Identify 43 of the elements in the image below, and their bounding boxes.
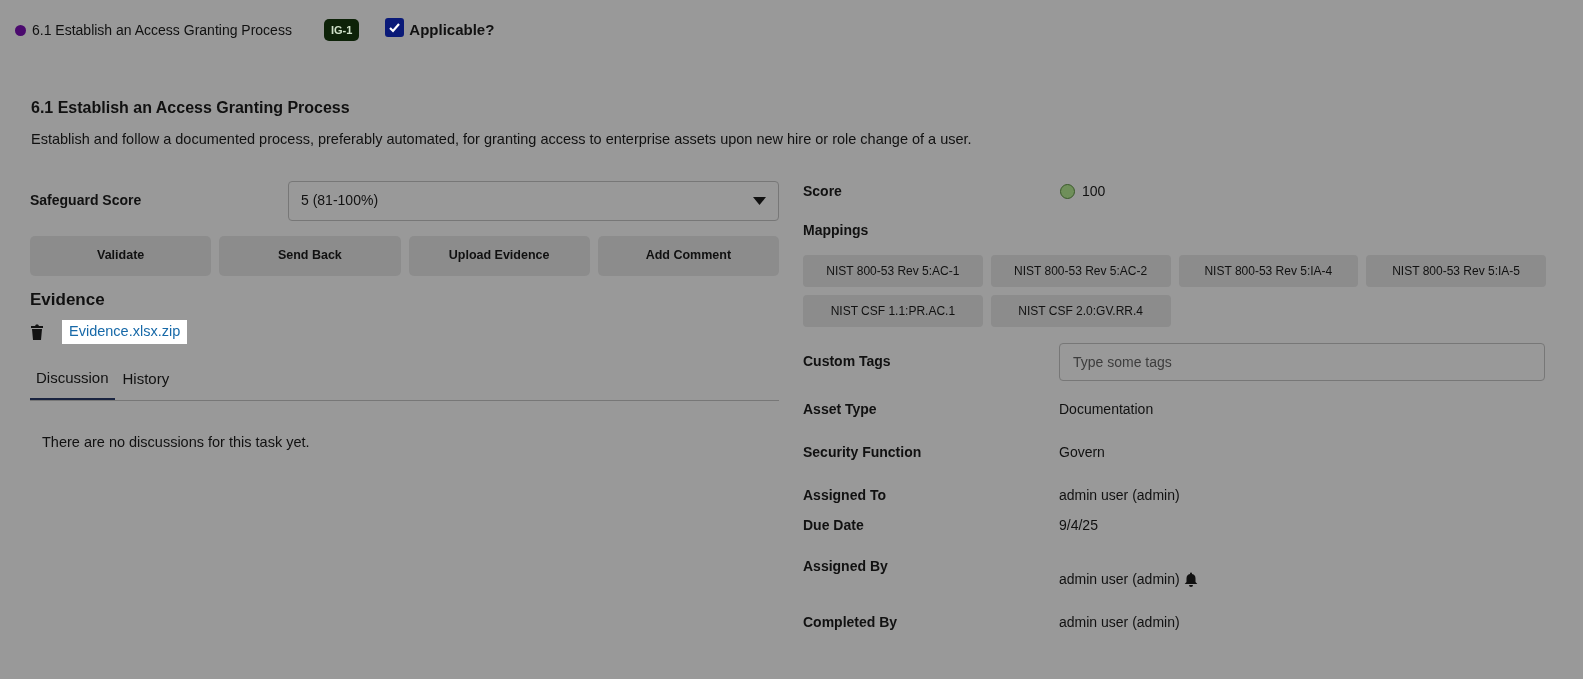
score-dropdown[interactable]: 5 (81-100%) [288,180,779,221]
field-value: Govern [1059,442,1105,462]
field-label: Security Function [803,442,923,462]
mapping-tag: NIST CSF 2.0:GV.RR.4 [990,294,1171,327]
empty-message: There are no discussions for this task yet. [42,433,311,452]
action-button[interactable]: Send Back [219,235,401,276]
mapping-tag: NIST 800-53 Rev 5:AC-2 [990,254,1171,287]
trash-icon[interactable] [30,324,44,341]
file-link[interactable]: Evidence.xlsx.zip [62,320,188,344]
caret-icon [753,196,766,205]
mapping-tag: NIST 800-53 Rev 5:IA-5 [1366,254,1546,287]
applicable-checkbox[interactable] [385,17,405,37]
action-button[interactable]: Validate [30,235,212,276]
safeguard-description: Establish and follow a documented process, preferably automated, for granting access to enterprise assets upon new hire or role change of a user. [31,130,973,149]
field-label: Asset Type [803,399,878,419]
mapping-tag: NIST CSF 1.1:PR.AC.1 [803,294,983,327]
field-value: admin user (admin) [1059,612,1180,632]
tab[interactable]: History [116,358,176,400]
field-value: 9/4/25 [1059,515,1098,535]
task-title: 6.1 Establish an Access Granting Process [32,20,292,40]
score-value: 100 [1082,181,1106,201]
field-label: Mappings [803,220,870,240]
field-label: Due Date [803,515,865,535]
field-label: Custom Tags [803,352,892,372]
action-button[interactable]: Upload Evidence [408,235,590,276]
applicable-label: Applicable? [409,19,495,40]
mapping-tag: NIST 800-53 Rev 5:AC-1 [803,254,983,287]
field-label: Completed By [803,612,899,632]
field-value: admin user (admin) [1059,569,1180,589]
action-button[interactable]: Add Comment [597,235,779,276]
field-value: admin user (admin) [1059,485,1180,505]
field-label: Score [803,181,843,201]
safeguard-title: 6.1 Establish an Access Granting Process [31,98,351,118]
bell-icon[interactable] [1183,571,1198,587]
field-label: Safeguard Score [30,191,143,211]
mapping-tag: NIST 800-53 Rev 5:IA-4 [1178,254,1359,287]
field-label: Assigned By [803,556,889,576]
field-label: Assigned To [803,485,887,505]
field-value: Documentation [1059,399,1154,419]
tab[interactable]: Discussion [30,358,115,400]
ig-badge: IG-1 [323,18,360,42]
tags-input[interactable]: Type some tags [1059,342,1545,381]
evidence-heading: Evidence [30,288,106,311]
